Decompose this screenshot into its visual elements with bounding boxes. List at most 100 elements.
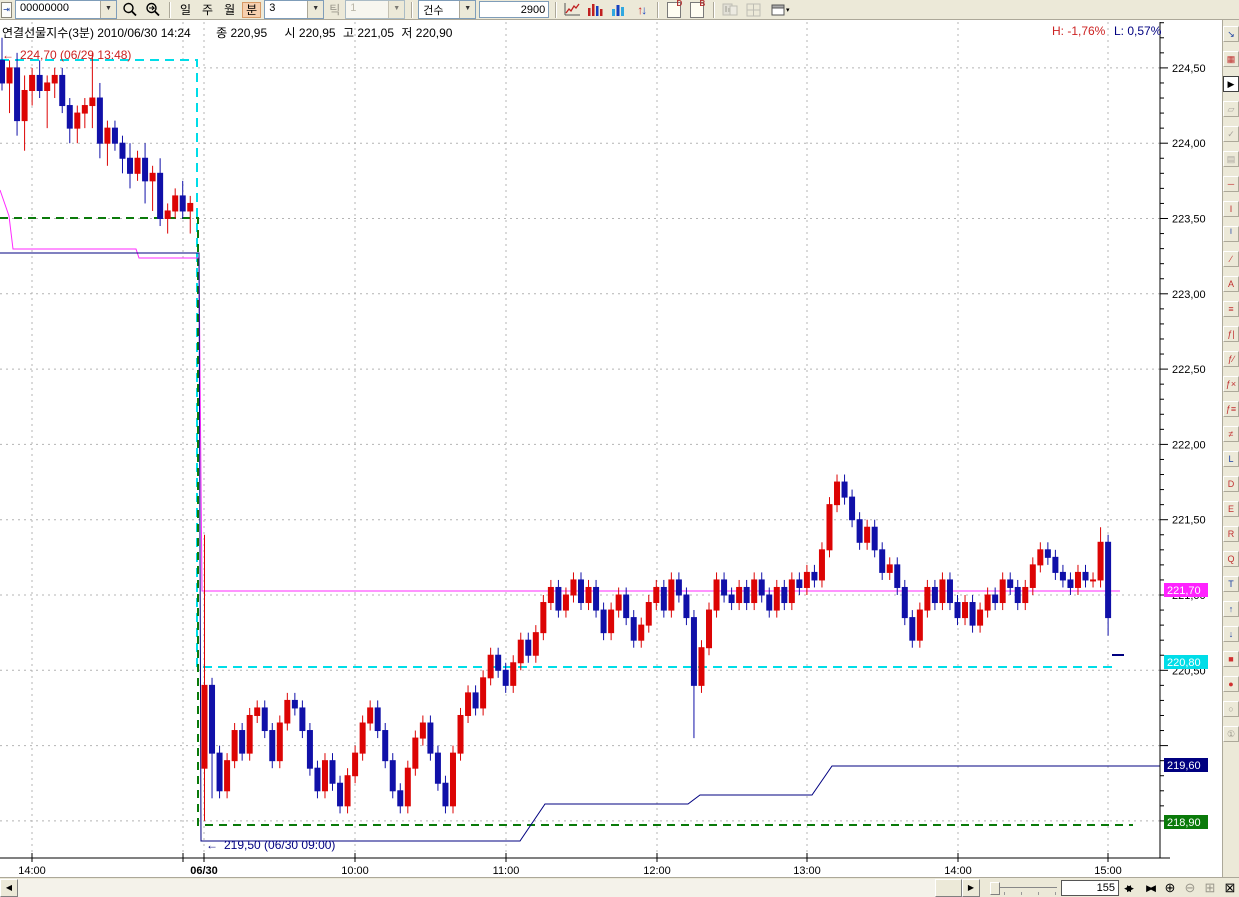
parallel-channel-icon[interactable]: ≠ bbox=[1223, 426, 1239, 442]
trend-line-tool-icon[interactable]: ∕ bbox=[1223, 251, 1239, 267]
indicator-settings-icon[interactable]: ▦ bbox=[1223, 51, 1239, 67]
candle bbox=[985, 587, 990, 617]
line-mode-icon[interactable]: L bbox=[1223, 451, 1239, 467]
save-bar-data-button[interactable]: B bbox=[687, 1, 707, 18]
scroll-right-button[interactable]: ▶ bbox=[962, 879, 980, 897]
toolbar-separator bbox=[657, 2, 658, 18]
updown-compare-button[interactable]: ↑↓ bbox=[631, 1, 651, 18]
scroll-left-button[interactable]: ◀ bbox=[0, 879, 18, 897]
candle bbox=[338, 776, 343, 814]
y-axis-label: 222,00 bbox=[1172, 439, 1206, 451]
stop-marker-icon[interactable]: ■ bbox=[1223, 651, 1239, 667]
candle bbox=[722, 572, 727, 602]
window-layout-button[interactable]: ▾ bbox=[766, 1, 794, 18]
text-tool-icon[interactable]: A bbox=[1223, 276, 1239, 292]
scrollbar-track[interactable] bbox=[18, 879, 935, 897]
horizontal-line-tool-icon[interactable]: ─ bbox=[1223, 176, 1239, 192]
zoom-slider-track[interactable] bbox=[1000, 887, 1057, 888]
candle bbox=[0, 38, 5, 91]
pan-arrow-icon[interactable]: ↘ bbox=[1223, 26, 1239, 42]
high-percent: H: -1,76% bbox=[1052, 24, 1105, 38]
half-line-tool-icon[interactable]: ╵ bbox=[1223, 226, 1239, 242]
zoom-in-button[interactable] bbox=[120, 1, 140, 18]
save-day-data-button[interactable]: D bbox=[664, 1, 684, 18]
fib-retracement-icon[interactable]: ≡ bbox=[1223, 301, 1239, 317]
candle bbox=[1000, 572, 1005, 610]
chart-copy-icon bbox=[722, 2, 738, 17]
scrollbar-thumb[interactable] bbox=[935, 879, 962, 897]
zoom-slider-handle[interactable] bbox=[990, 882, 1000, 895]
bar-count-input[interactable] bbox=[1061, 880, 1119, 896]
candle bbox=[255, 700, 260, 723]
chevron-down-icon[interactable]: ▼ bbox=[307, 1, 323, 18]
price-badge: 219,60 bbox=[1164, 758, 1208, 772]
vertical-line-tool-icon[interactable]: Ι bbox=[1223, 201, 1239, 217]
prev-next-icon[interactable]: ◀▶ bbox=[1118, 879, 1136, 897]
chevron-down-icon[interactable]: ▼ bbox=[100, 1, 116, 18]
zoom-in-icon[interactable]: ⊕ bbox=[1161, 879, 1179, 897]
crosshair-tool-icon[interactable]: ▶ bbox=[1223, 76, 1239, 92]
bar-chart-type-button[interactable] bbox=[608, 1, 628, 18]
count-input[interactable] bbox=[479, 1, 549, 18]
candle bbox=[1008, 572, 1013, 595]
candle bbox=[1045, 542, 1050, 565]
document-b-icon: B bbox=[690, 2, 704, 18]
open-value: 220,95 bbox=[299, 26, 336, 40]
chevron-down-icon[interactable]: ▼ bbox=[459, 1, 475, 18]
x-axis-label: 12:00 bbox=[643, 865, 671, 877]
minute-combobox[interactable]: 3 ▼ bbox=[264, 0, 324, 19]
volume-chart-type-button[interactable] bbox=[585, 1, 605, 18]
zoom-reset-button[interactable] bbox=[143, 1, 163, 18]
fib-arc-icon[interactable]: ƒ× bbox=[1223, 376, 1239, 392]
day-compare-icon[interactable]: D bbox=[1223, 476, 1239, 492]
chart-region: 연결선물지수(3분) 2010/06/30 14:24 종 220,95 시 2… bbox=[0, 20, 1222, 877]
go-to-latest-icon[interactable]: ▶◀ bbox=[1140, 879, 1158, 897]
candle bbox=[217, 746, 222, 799]
record-marker-icon[interactable]: ● bbox=[1223, 676, 1239, 692]
period-month-button[interactable]: 월 bbox=[220, 2, 239, 18]
quote-icon[interactable]: Q bbox=[1223, 551, 1239, 567]
fib-channel-icon[interactable]: ƒ≡ bbox=[1223, 401, 1239, 417]
period-day-button[interactable]: 일 bbox=[176, 2, 195, 18]
unit-combobox[interactable]: 건수 ▼ bbox=[418, 0, 476, 19]
slider-tick bbox=[1038, 892, 1039, 895]
candle bbox=[368, 700, 373, 730]
x-axis-label: 10:00 bbox=[341, 865, 369, 877]
candle bbox=[285, 693, 290, 731]
candle bbox=[804, 565, 809, 595]
period-minute-button[interactable]: 분 bbox=[242, 2, 261, 18]
close-panel-icon[interactable]: ⊠ bbox=[1221, 879, 1239, 897]
chevron-down-icon[interactable]: ▾ bbox=[786, 6, 790, 14]
svg-text:←: ← bbox=[2, 48, 14, 62]
price-chart-canvas[interactable]: 14:0006/3010:0011:0012:0013:0014:0015:00… bbox=[0, 20, 1222, 877]
candle bbox=[481, 670, 486, 715]
arrow-down-marker-icon[interactable]: ↓ bbox=[1223, 626, 1239, 642]
candle bbox=[639, 618, 644, 648]
svg-text:218,90: 218,90 bbox=[1167, 817, 1201, 829]
text-note-icon[interactable]: T bbox=[1223, 576, 1239, 592]
candle bbox=[270, 723, 275, 768]
toolbar-separator bbox=[411, 2, 412, 18]
number-marker-icon: ① bbox=[1223, 726, 1239, 742]
candle bbox=[865, 520, 870, 550]
chart-title: 연결선물지수(3분) bbox=[2, 26, 94, 40]
reset-drawing-icon[interactable]: R bbox=[1223, 526, 1239, 542]
candle bbox=[112, 121, 117, 151]
chart-datetime: 2010/06/30 14:24 bbox=[97, 26, 190, 40]
candle bbox=[819, 542, 824, 587]
candle bbox=[654, 580, 659, 610]
fib-timezone-icon[interactable]: ƒ| bbox=[1223, 326, 1239, 342]
slider-tick bbox=[1004, 892, 1005, 895]
clock-icon: ○ bbox=[1223, 701, 1239, 717]
dock-toggle-button[interactable]: ⇥ bbox=[1, 2, 12, 18]
candle bbox=[398, 783, 403, 813]
candle bbox=[579, 572, 584, 610]
fib-fan-icon[interactable]: ƒ∕ bbox=[1223, 351, 1239, 367]
symbol-combobox[interactable]: 00000000 ▼ bbox=[15, 0, 117, 19]
erase-drawing-icon[interactable]: E bbox=[1223, 501, 1239, 517]
red-bars-icon bbox=[587, 2, 603, 17]
line-chart-type-button[interactable] bbox=[562, 1, 582, 18]
arrow-up-marker-icon[interactable]: ↑ bbox=[1223, 601, 1239, 617]
period-week-button[interactable]: 주 bbox=[198, 2, 217, 18]
candle bbox=[390, 753, 395, 798]
